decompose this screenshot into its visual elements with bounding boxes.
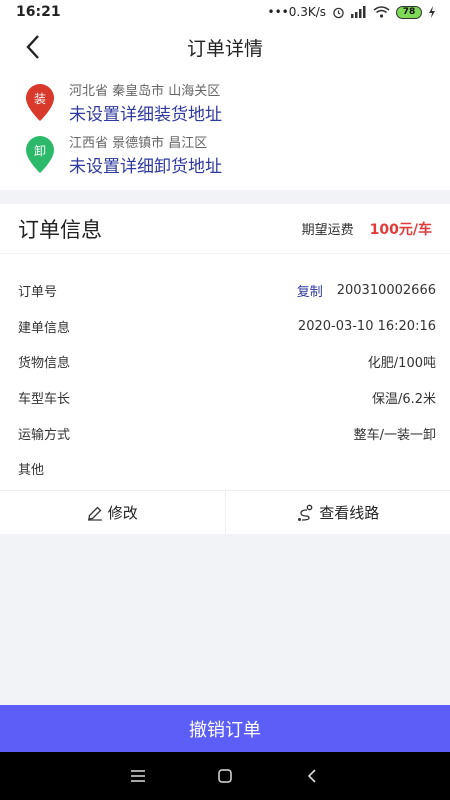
info-value: 200310002666 bbox=[336, 283, 436, 299]
info-label: 运输方式 bbox=[18, 427, 71, 443]
status-icons: •••0.3K/s 78 bbox=[268, 5, 436, 19]
info-row-other: 其他 bbox=[0, 451, 450, 487]
route-icon bbox=[298, 504, 313, 521]
order-info-card: 订单信息 期望运费 100元/车 订单号 复制 200310002666 建单信… bbox=[0, 204, 450, 490]
info-label: 订单号 bbox=[18, 285, 58, 301]
alarm-icon bbox=[333, 7, 344, 18]
unload-address: 卸 江西省 景德镇市 昌江区 未设置详细卸货地址 bbox=[24, 136, 222, 180]
status-bar: 16:21 •••0.3K/s 78 bbox=[0, 0, 450, 24]
pencil-icon bbox=[87, 506, 102, 521]
edit-button[interactable]: 修改 bbox=[0, 491, 226, 534]
load-badge: 装 bbox=[33, 92, 46, 106]
load-region: 河北省 秦皇岛市 山海关区 bbox=[69, 84, 221, 99]
load-pin-icon: 装 bbox=[24, 84, 56, 122]
menu-icon bbox=[131, 770, 146, 782]
home-icon bbox=[218, 769, 232, 783]
cancel-order-button[interactable]: 撤销订单 bbox=[0, 705, 450, 752]
unload-badge: 卸 bbox=[33, 144, 46, 158]
back-button[interactable] bbox=[16, 30, 50, 64]
order-info-header: 订单信息 期望运费 100元/车 bbox=[0, 204, 450, 254]
system-nav-bar bbox=[0, 752, 450, 800]
fee-label: 期望运费 bbox=[301, 223, 354, 238]
back-arrow-icon bbox=[307, 769, 316, 783]
order-info-list: 订单号 复制 200310002666 建单信息 2020-03-10 16:2… bbox=[0, 254, 450, 487]
order-info-title: 订单信息 bbox=[18, 217, 102, 242]
chevron-left-icon bbox=[26, 35, 39, 59]
back-nav-button[interactable] bbox=[297, 761, 327, 791]
edit-label: 修改 bbox=[107, 504, 138, 522]
info-label: 车型车长 bbox=[18, 392, 71, 408]
unload-region: 江西省 景德镇市 昌江区 bbox=[69, 136, 208, 151]
fee-value: 100元/车 bbox=[369, 221, 432, 238]
menu-nav-button[interactable] bbox=[123, 761, 153, 791]
load-detail[interactable]: 未设置详细装货地址 bbox=[69, 102, 222, 128]
info-label: 其他 bbox=[18, 463, 45, 479]
copy-button[interactable]: 复制 bbox=[297, 281, 323, 300]
signal-icon bbox=[351, 6, 366, 18]
info-row-order-number: 订单号 复制 200310002666 bbox=[0, 273, 450, 309]
info-value: 2020-03-10 16:20:16 bbox=[297, 318, 436, 334]
expected-fee: 期望运费 100元/车 bbox=[302, 219, 432, 239]
wifi-icon bbox=[373, 6, 390, 18]
info-row-vehicle: 车型车长 保温/6.2米 bbox=[0, 380, 450, 416]
page-header: 订单详情 bbox=[0, 24, 450, 70]
address-card: 装 河北省 秦皇岛市 山海关区 未设置详细装货地址 卸 江西省 景德镇市 昌江区… bbox=[0, 70, 450, 190]
info-row-transport: 运输方式 整车/一装一卸 bbox=[0, 415, 450, 451]
charging-icon bbox=[429, 6, 435, 18]
view-route-label: 查看线路 bbox=[319, 504, 380, 522]
page-title: 订单详情 bbox=[186, 37, 263, 60]
view-route-button[interactable]: 查看线路 bbox=[226, 491, 450, 534]
info-label: 货物信息 bbox=[18, 356, 71, 372]
status-time: 16:21 bbox=[16, 4, 61, 20]
battery-icon: 78 bbox=[396, 5, 422, 19]
action-row: 修改 查看线路 bbox=[0, 490, 450, 534]
network-speed: •••0.3K/s bbox=[267, 5, 326, 19]
info-value: 保温/6.2米 bbox=[371, 392, 436, 408]
load-address: 装 河北省 秦皇岛市 山海关区 未设置详细装货地址 bbox=[24, 84, 222, 128]
unload-pin-icon: 卸 bbox=[24, 136, 56, 174]
home-nav-button[interactable] bbox=[210, 761, 240, 791]
info-label: 建单信息 bbox=[18, 320, 71, 336]
info-value: 整车/一装一卸 bbox=[353, 427, 436, 443]
unload-detail[interactable]: 未设置详细卸货地址 bbox=[69, 154, 222, 180]
info-row-cargo: 货物信息 化肥/100吨 bbox=[0, 344, 450, 380]
info-row-created: 建单信息 2020-03-10 16:20:16 bbox=[0, 309, 450, 345]
info-value: 化肥/100吨 bbox=[367, 356, 436, 372]
